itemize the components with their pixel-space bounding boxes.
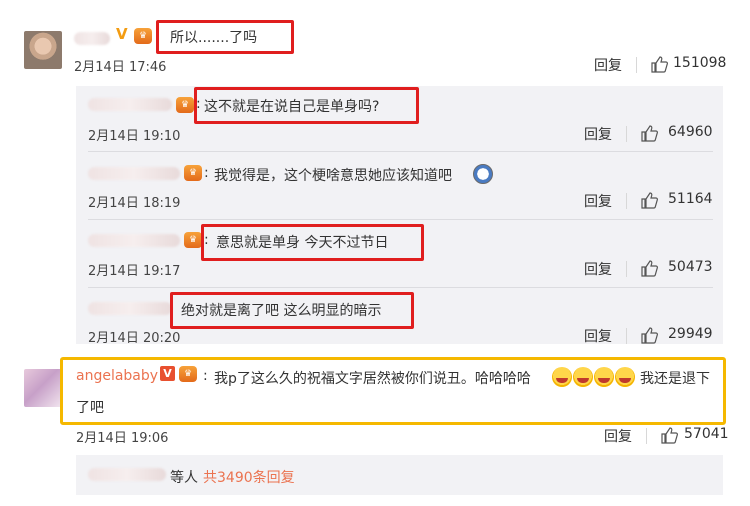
username-blurred[interactable] [88, 302, 172, 315]
laughing-emoji-icon [594, 366, 614, 387]
like-count: 64960 [668, 124, 713, 140]
crown-badge-icon: ♛ [134, 28, 152, 44]
reply-text-line2: 了吧 [76, 400, 104, 416]
reply-date: 2月14日 18:19 [88, 196, 181, 211]
reply-date: 2月14日 19:06 [76, 431, 169, 446]
divider [626, 261, 627, 277]
vip-v-icon: V [160, 366, 175, 381]
reply-button[interactable]: 回复 [584, 124, 612, 144]
reply-text: 绝对就是离了吧 这么明显的暗示 [181, 303, 382, 319]
username-blurred[interactable] [88, 167, 180, 180]
avatar[interactable] [24, 31, 62, 69]
username-blurred[interactable] [88, 98, 172, 111]
reply-text-line1-end: 我还是退下 [640, 371, 710, 387]
divider [626, 193, 627, 209]
divider [646, 428, 647, 444]
like-thumb-icon[interactable] [660, 426, 678, 444]
crown-badge-icon: ♛ [184, 232, 202, 248]
colon-text: : [204, 165, 209, 181]
divider [636, 57, 637, 73]
reply-button[interactable]: 回复 [604, 426, 632, 446]
reply-text: 这不就是在说自己是单身吗? [204, 99, 380, 115]
reply-button[interactable]: 回复 [584, 191, 612, 211]
emoji-icon [473, 164, 493, 184]
like-count: 57041 [684, 426, 729, 442]
like-thumb-icon[interactable] [640, 191, 658, 209]
reply-date: 2月14日 20:20 [88, 331, 181, 346]
like-count: 50473 [668, 259, 713, 275]
laugh-emoji-group [551, 366, 635, 387]
divider [88, 151, 713, 152]
reply-text: 我觉得是，这个梗啥意思她应该知道吧 [214, 168, 452, 184]
vip-v-icon: V [116, 25, 128, 43]
crown-badge-icon: ♛ [176, 97, 194, 113]
divider [88, 219, 713, 220]
reply-button[interactable]: 回复 [594, 55, 622, 75]
like-thumb-icon[interactable] [640, 124, 658, 142]
more-replies-prefix: 等人 [170, 470, 198, 486]
divider [626, 328, 627, 344]
reply-button[interactable]: 回复 [584, 326, 612, 346]
colon-text: : [196, 96, 201, 112]
username-link[interactable]: angelababy [76, 368, 158, 384]
divider [626, 126, 627, 142]
crown-badge-icon: ♛ [184, 165, 202, 181]
avatar[interactable] [24, 369, 62, 407]
colon-text: : [204, 232, 209, 248]
like-count: 29949 [668, 326, 713, 342]
colon-text: : [203, 368, 208, 384]
like-thumb-icon[interactable] [640, 259, 658, 277]
username-blurred[interactable] [88, 234, 180, 247]
reply-button[interactable]: 回复 [584, 259, 612, 279]
comment-text: 所以.......了吗 [170, 30, 258, 46]
laughing-emoji-icon [573, 366, 593, 387]
comment-date: 2月14日 17:46 [74, 60, 167, 75]
reply-date: 2月14日 19:17 [88, 264, 181, 279]
like-count: 151098 [673, 55, 727, 71]
laughing-emoji-icon [615, 366, 635, 387]
crown-badge-icon: ♛ [179, 366, 197, 382]
like-thumb-icon[interactable] [650, 55, 668, 73]
laughing-emoji-icon [552, 366, 572, 387]
like-thumb-icon[interactable] [640, 326, 658, 344]
like-count: 51164 [668, 191, 713, 207]
more-replies-link[interactable]: 共3490条回复 [203, 467, 295, 487]
username-blurred[interactable] [88, 468, 166, 481]
reply-text-line1: 我p了这么久的祝福文字居然被你们说丑。哈哈哈哈 [214, 371, 531, 387]
reply-date: 2月14日 19:10 [88, 129, 181, 144]
reply-text: 意思就是单身 今天不过节日 [216, 235, 389, 251]
username-blurred[interactable] [74, 32, 110, 45]
divider [88, 287, 713, 288]
